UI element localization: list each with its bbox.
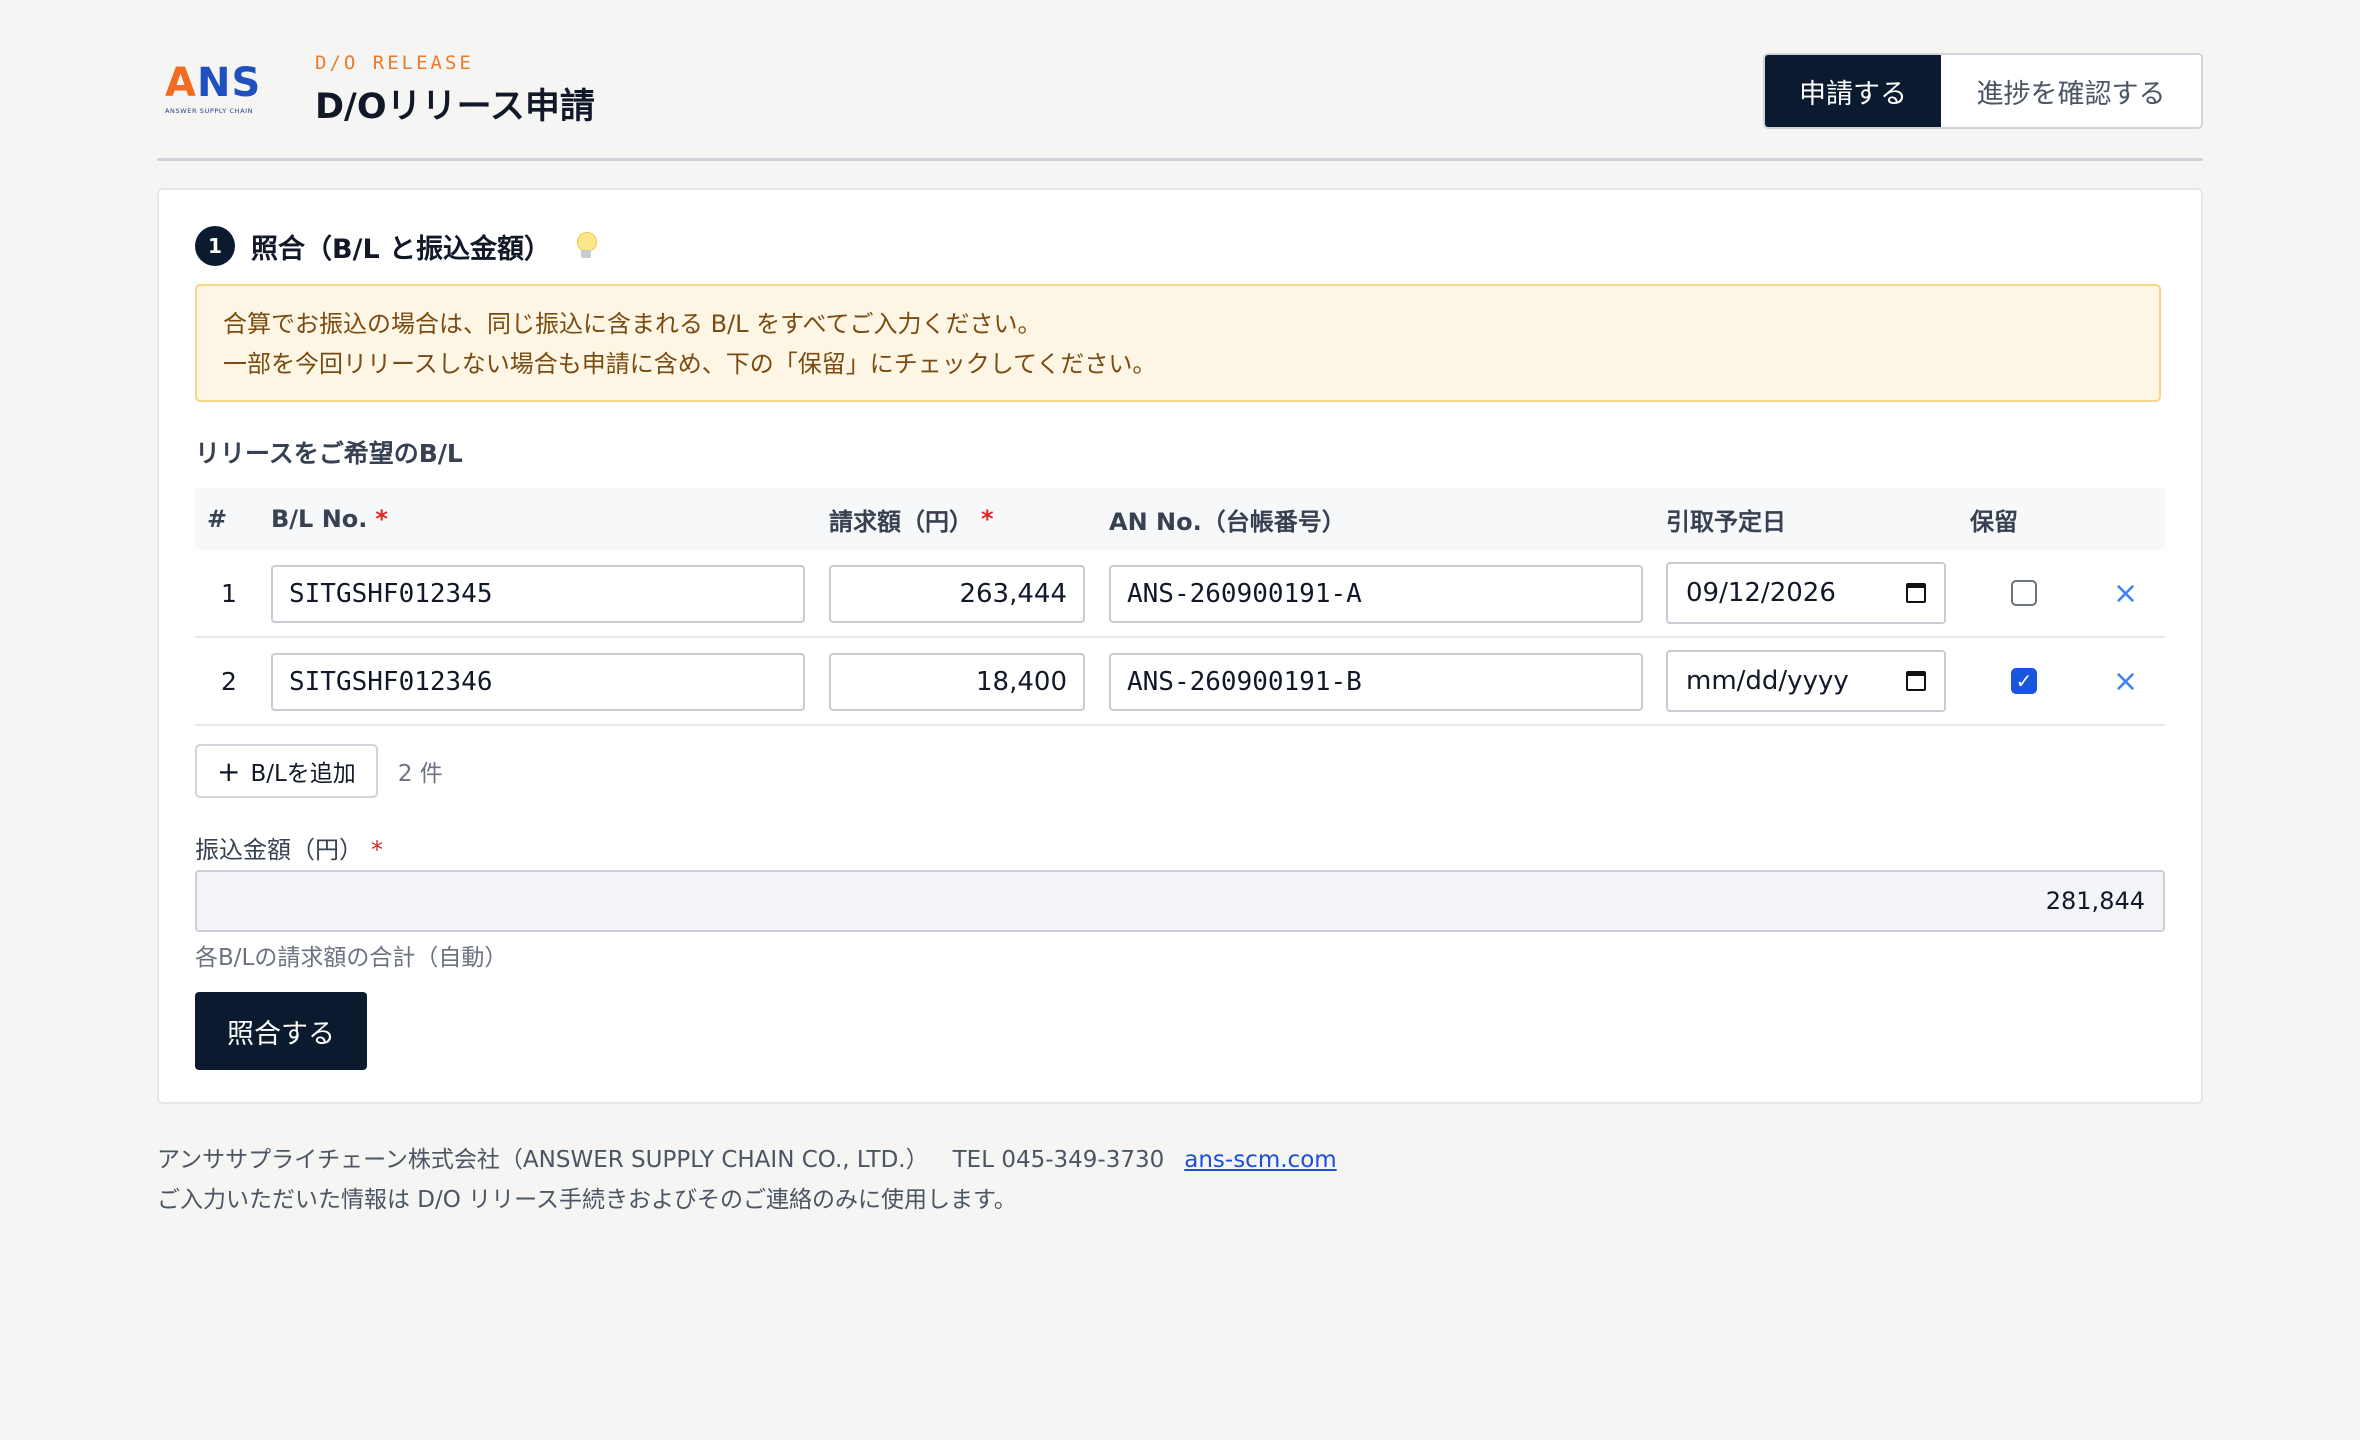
table-header: # B/L No. * 請求額（円） * AN No.（台帳番号） 引取予定日 保留 <box>195 488 2165 550</box>
pickup-date-input[interactable]: mm/dd/yyyy <box>1666 650 1946 712</box>
logo-letter-n: N <box>196 60 232 106</box>
amount-input[interactable]: 263,444 <box>829 565 1085 623</box>
add-row-area: + B/Lを追加 2 件 <box>195 744 443 798</box>
notice-box: 合算でお振込の場合は、同じ振込に含まれる B/L をすべてご入力ください。 一部… <box>195 284 2161 402</box>
pickup-date-input[interactable]: 09/12/2026 <box>1666 562 1946 624</box>
row-index: 2 <box>221 666 237 696</box>
header: ANS ANSWER SUPPLY CHAIN D/O RELEASE D/Oリ… <box>157 0 2203 161</box>
mode-tabs: 申請する 進捗を確認する <box>1763 53 2203 129</box>
verification-card: 1 照合（B/L と振込金額） 合算でお振込の場合は、同じ振込に含まれる B/L… <box>157 188 2203 1104</box>
bl-no-input[interactable]: SITGSHF012345 <box>271 565 805 623</box>
col-amount: 請求額（円） * <box>829 505 994 536</box>
delete-row-button[interactable]: × <box>2113 638 2138 724</box>
col-index: # <box>207 505 228 533</box>
required-mark: * <box>981 505 994 533</box>
date-value: 09/12/2026 <box>1686 578 1836 608</box>
bl-count: 2 件 <box>397 761 443 787</box>
required-mark: * <box>375 505 388 533</box>
step-title: 照合（B/L と振込金額） <box>251 233 552 265</box>
footer: アンササプライチェーン株式会社（ANSWER SUPPLY CHAIN CO.,… <box>157 1140 1337 1220</box>
logo-letter-a: A <box>165 60 197 106</box>
ans-logo: ANS ANSWER SUPPLY CHAIN <box>165 63 283 115</box>
eyebrow-label: D/O RELEASE <box>315 52 474 74</box>
add-bl-label: B/Lを追加 <box>250 761 356 787</box>
delete-row-button[interactable]: × <box>2113 550 2138 636</box>
calendar-icon[interactable] <box>1906 671 1926 691</box>
col-bl-no: B/L No. * <box>271 505 388 533</box>
transfer-amount-field[interactable]: 281,844 <box>195 870 2165 932</box>
logo-letter-s: S <box>231 60 262 106</box>
table-row: 2 SITGSHF012346 18,400 ANS-260900191-B m… <box>195 638 2165 726</box>
required-mark: * <box>371 836 383 864</box>
page: ANS ANSWER SUPPLY CHAIN D/O RELEASE D/Oリ… <box>157 0 2203 1213</box>
logo-tagline: ANSWER SUPPLY CHAIN <box>165 107 254 115</box>
hold-checkbox[interactable]: ✓ <box>2011 668 2037 694</box>
bl-no-input[interactable]: SITGSHF012346 <box>271 653 805 711</box>
tab-check-progress[interactable]: 進捗を確認する <box>1941 55 2201 127</box>
calendar-icon[interactable] <box>1906 583 1926 603</box>
footer-company-line: アンササプライチェーン株式会社（ANSWER SUPPLY CHAIN CO.,… <box>157 1140 1337 1180</box>
amount-input[interactable]: 18,400 <box>829 653 1085 711</box>
plus-icon: + <box>217 754 241 788</box>
company-name: アンササプライチェーン株式会社（ANSWER SUPPLY CHAIN CO.,… <box>157 1147 929 1173</box>
notice-line-2: 一部を今回リリースしない場合も申請に含め、下の「保留」にチェックしてください。 <box>223 350 1157 378</box>
bl-table: # B/L No. * 請求額（円） * AN No.（台帳番号） 引取予定日 保留… <box>195 488 2165 726</box>
transfer-amount-help: 各B/Lの請求額の合計（自動） <box>195 945 508 971</box>
verify-button[interactable]: 照合する <box>195 992 367 1070</box>
col-hold: 保留 <box>1970 507 2018 536</box>
lightbulb-icon[interactable] <box>575 232 598 260</box>
row-index: 1 <box>221 578 237 608</box>
col-an-no: AN No.（台帳番号） <box>1109 507 1346 536</box>
notice-line-1: 合算でお振込の場合は、同じ振込に含まれる B/L をすべてご入力ください。 <box>223 310 1042 338</box>
add-bl-button[interactable]: + B/Lを追加 <box>195 744 378 798</box>
hold-checkbox[interactable] <box>2011 580 2037 606</box>
an-no-input[interactable]: ANS-260900191-B <box>1109 653 1643 711</box>
page-title: D/Oリリース申請 <box>315 87 595 127</box>
website-link[interactable]: ans-scm.com <box>1184 1147 1336 1173</box>
transfer-amount-label: 振込金額（円） * <box>195 836 383 864</box>
bl-section-label: リリースをご希望のB/L <box>195 439 463 468</box>
tab-apply[interactable]: 申請する <box>1765 55 1941 127</box>
date-value: mm/dd/yyyy <box>1686 666 1849 696</box>
phone-number: TEL 045-349-3730 <box>952 1147 1165 1173</box>
col-pickup-date: 引取予定日 <box>1666 507 1786 536</box>
table-row: 1 SITGSHF012345 263,444 ANS-260900191-A … <box>195 550 2165 638</box>
step-header: 1 照合（B/L と振込金額） <box>195 226 598 266</box>
step-number-badge: 1 <box>195 226 235 266</box>
an-no-input[interactable]: ANS-260900191-A <box>1109 565 1643 623</box>
privacy-note: ご入力いただいた情報は D/O リリース手続きおよびそのご連絡のみに使用します。 <box>157 1187 1017 1213</box>
